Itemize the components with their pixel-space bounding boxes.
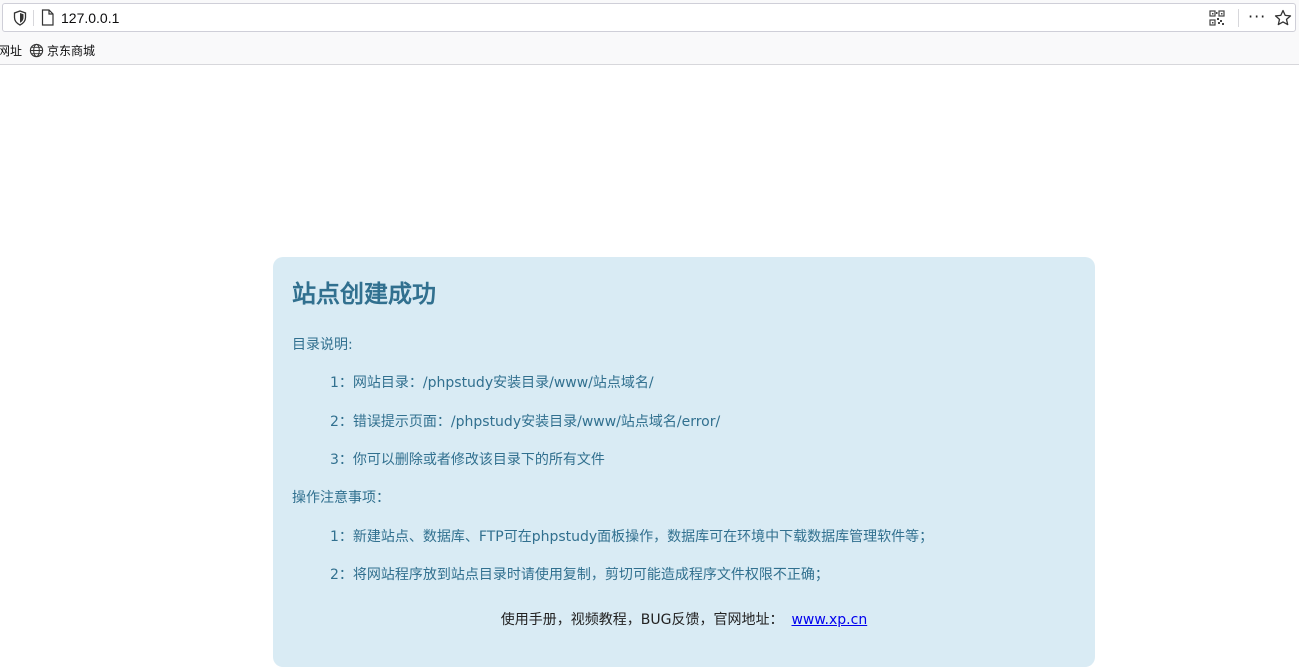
url-bar[interactable]: 127.0.0.1 ··· <box>2 3 1296 32</box>
notes-item: 2：将网站程序放到站点目录时请使用复制，剪切可能造成程序文件权限不正确； <box>330 567 829 583</box>
page-icon[interactable] <box>41 9 54 26</box>
success-panel: 站点创建成功 目录说明: 1：网站目录：/phpstudy安装目录/www/站点… <box>273 257 1095 667</box>
notes-item: 1：新建站点、数据库、FTP可在phpstudy面板操作，数据库可在环境中下载数… <box>330 529 934 545</box>
bookmark-label: 京东商城 <box>47 44 96 58</box>
url-separator <box>33 10 34 26</box>
directory-item: 2：错误提示页面：/phpstudy安装目录/www/站点域名/error/ <box>330 414 721 430</box>
directory-item: 1：网站目录：/phpstudy安装目录/www/站点域名/ <box>330 375 654 391</box>
globe-icon <box>29 43 44 58</box>
directory-heading: 目录说明: <box>292 337 353 353</box>
bookmark-item[interactable]: 网址 <box>0 42 22 60</box>
footer-text: 使用手册，视频教程，BUG反馈，官网地址： <box>500 612 784 628</box>
qr-code-icon[interactable] <box>1209 10 1225 26</box>
star-icon[interactable] <box>1274 9 1292 27</box>
shield-icon[interactable] <box>13 10 27 26</box>
notes-heading: 操作注意事项： <box>292 490 390 506</box>
browser-toolbar: 127.0.0.1 ··· <box>0 0 1299 38</box>
toolbar-separator <box>1238 9 1239 27</box>
url-text[interactable]: 127.0.0.1 <box>61 9 119 27</box>
official-site-link[interactable]: www.xp.cn <box>791 612 867 628</box>
page-title: 站点创建成功 <box>292 280 436 308</box>
bookmark-jd[interactable]: 京东商城 <box>29 42 95 60</box>
more-icon[interactable]: ··· <box>1248 7 1266 27</box>
bookmarks-bar: 网址 京东商城 <box>0 38 1299 65</box>
directory-item: 3：你可以删除或者修改该目录下的所有文件 <box>330 452 605 468</box>
footer-line: 使用手册，视频教程，BUG反馈，官网地址： www.xp.cn <box>273 610 1095 630</box>
